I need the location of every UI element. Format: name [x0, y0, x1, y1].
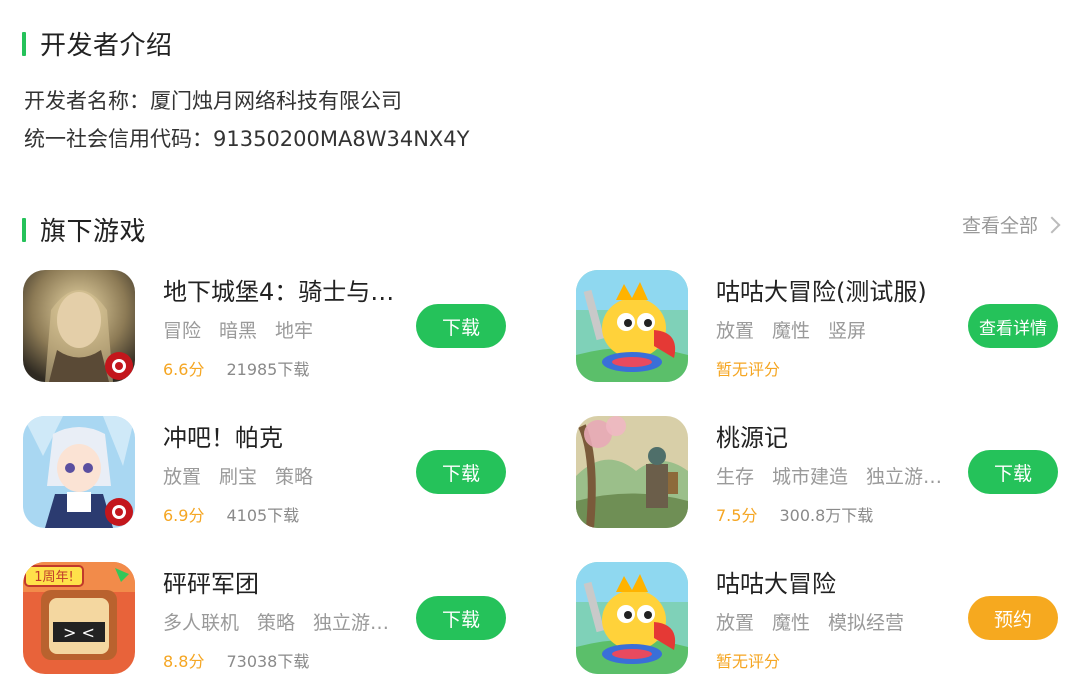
- section-accent-bar: [22, 217, 26, 242]
- game-meta: 6.9分 4105下载: [163, 502, 299, 526]
- game-card[interactable]: 冲吧！帕克 放置 刷宝 策略 6.9分 4105下载 下载: [23, 416, 533, 530]
- game-icon-gugu-adventure[interactable]: [576, 562, 688, 674]
- view-all-link[interactable]: 查看全部: [961, 211, 1061, 238]
- download-button[interactable]: 下载: [968, 450, 1058, 494]
- game-name[interactable]: 桃源记: [716, 418, 788, 453]
- game-icon-taoyuan[interactable]: [576, 416, 688, 528]
- game-card[interactable]: > < 1周年! 砰砰军团 多人联机 策略 独立游… 8.8分 73038下载 下载: [23, 562, 533, 676]
- game-tag: 地牢: [275, 320, 314, 342]
- game-tags: 放置 魔性 竖屏: [716, 316, 884, 343]
- game-tag: 冒险: [163, 320, 202, 342]
- download-button[interactable]: 下载: [416, 304, 506, 348]
- game-meta: 暂无评分: [716, 648, 802, 672]
- developer-name: 开发者名称：厦门烛月网络科技有限公司: [24, 89, 402, 113]
- game-tag: 放置: [716, 320, 755, 342]
- game-score: 6.9分: [163, 506, 205, 525]
- view-details-button[interactable]: 查看详情: [968, 304, 1058, 348]
- game-tag: 刷宝: [219, 466, 258, 488]
- game-tag: 暗黑: [219, 320, 258, 342]
- chevron-right-icon: [1043, 216, 1061, 233]
- game-tag: 魔性: [772, 612, 811, 634]
- game-icon-pengpeng-legion[interactable]: > < 1周年!: [23, 562, 135, 674]
- svg-text:> <: > <: [63, 623, 95, 642]
- game-name[interactable]: 砰砰军团: [163, 564, 259, 599]
- game-tag: 放置: [716, 612, 755, 634]
- game-score: 6.6分: [163, 360, 205, 379]
- game-name[interactable]: 咕咕大冒险(测试服): [716, 272, 927, 307]
- game-downloads: 4105下载: [226, 506, 300, 525]
- game-name[interactable]: 冲吧！帕克: [163, 418, 283, 453]
- game-downloads: 21985下载: [226, 360, 310, 379]
- developer-section-title-text: 开发者介绍: [40, 31, 173, 61]
- game-score: 暂无评分: [716, 652, 781, 671]
- game-tags: 放置 魔性 模拟经营: [716, 608, 922, 635]
- game-tags: 冒险 暗黑 地牢: [163, 316, 331, 343]
- game-tag: 生存: [716, 466, 755, 488]
- game-tag: 独立游…: [866, 466, 943, 488]
- game-downloads: 73038下载: [226, 652, 310, 671]
- game-meta: 暂无评分: [716, 356, 802, 380]
- game-tags: 放置 刷宝 策略: [163, 462, 331, 489]
- reserve-button[interactable]: 预约: [968, 596, 1058, 640]
- game-meta: 8.8分 73038下载: [163, 648, 309, 672]
- game-card[interactable]: 地下城堡4：骑士与… 冒险 暗黑 地牢 6.6分 21985下载 下载: [23, 270, 533, 384]
- game-card[interactable]: 咕咕大冒险(测试服) 放置 魔性 竖屏 暂无评分 查看详情: [576, 270, 1058, 384]
- section-accent-bar: [22, 31, 26, 56]
- game-icon-go-park[interactable]: [23, 416, 135, 528]
- game-meta: 6.6分 21985下载: [163, 356, 309, 380]
- game-tags: 生存 城市建造 独立游…: [716, 462, 956, 489]
- game-tag: 竖屏: [828, 320, 867, 342]
- credit-code: 统一社会信用代码：91350200MA8W34NX4Y: [24, 127, 470, 151]
- anniversary-badge-text: 1周年!: [34, 570, 73, 585]
- game-tag: 策略: [275, 466, 314, 488]
- game-score: 8.8分: [163, 652, 205, 671]
- developer-section-title: 开发者介绍: [22, 25, 173, 62]
- game-tag: 放置: [163, 466, 202, 488]
- games-section-title-text: 旗下游戏: [40, 217, 147, 247]
- game-score: 7.5分: [716, 506, 758, 525]
- games-section-title: 旗下游戏: [22, 211, 146, 248]
- game-tag: 多人联机: [163, 612, 240, 634]
- game-card[interactable]: 咕咕大冒险 放置 魔性 模拟经营 暂无评分 预约: [576, 562, 1058, 676]
- game-name[interactable]: 地下城堡4：骑士与…: [163, 272, 394, 307]
- game-name[interactable]: 咕咕大冒险: [716, 564, 836, 599]
- game-icon-gugu-adventure-test[interactable]: [576, 270, 688, 382]
- game-tag: 策略: [257, 612, 296, 634]
- game-downloads: 300.8万下载: [779, 506, 874, 525]
- game-tags: 多人联机 策略 独立游…: [163, 608, 403, 635]
- game-tag: 城市建造: [772, 466, 849, 488]
- game-tag: 魔性: [772, 320, 811, 342]
- download-button[interactable]: 下载: [416, 450, 506, 494]
- game-score: 暂无评分: [716, 360, 781, 379]
- game-icon-dungeon-castle[interactable]: [23, 270, 135, 382]
- game-card[interactable]: 桃源记 生存 城市建造 独立游… 7.5分 300.8万下载 下载: [576, 416, 1058, 530]
- game-meta: 7.5分 300.8万下载: [716, 502, 873, 526]
- game-tag: 模拟经营: [828, 612, 905, 634]
- download-button[interactable]: 下载: [416, 596, 506, 640]
- view-all-label: 查看全部: [961, 215, 1038, 237]
- game-tag: 独立游…: [313, 612, 390, 634]
